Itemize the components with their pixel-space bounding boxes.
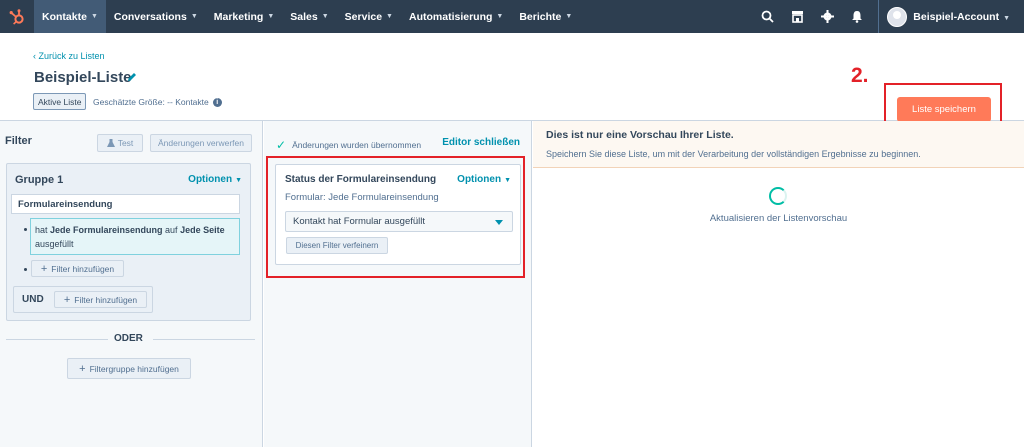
or-label: ODER [114,333,143,344]
add-filter-group-button[interactable]: + Filtergruppe hinzufügen [67,358,191,379]
and-add-filter-button[interactable]: + Filter hinzufügen [54,291,147,308]
preview-panel: Dies ist nur eine Vorschau Ihrer Liste. … [533,121,1024,447]
loading-status-text: Aktualisieren der Listenvorschau [709,213,848,224]
refine-filter-button[interactable]: Diesen Filter verfeinern [286,237,388,254]
and-label: UND [22,294,44,305]
nav-item-kontakte[interactable]: Kontakte ▼ [34,0,106,33]
hubspot-logo-icon[interactable] [0,0,34,33]
nav-item-service[interactable]: Service ▼ [337,0,401,33]
account-menu[interactable]: Beispiel-Account ▼ [913,11,1024,23]
loading-spinner-icon [769,187,787,205]
bullet-point [24,268,27,271]
preview-banner-text: Speichern Sie diese Liste, um mit der Ve… [546,149,921,159]
avatar[interactable] [887,6,908,27]
discard-changes-button[interactable]: Änderungen verwerfen [150,134,252,152]
estimated-size: Geschätzte Größe: -- Kontakte i [93,97,222,107]
filter-card-options-menu[interactable]: Optionen ▼ [457,174,511,185]
page-title: Beispiel-Liste [34,69,132,86]
back-to-lists-link[interactable]: ‹ Zurück zu Listen [33,51,105,61]
and-block: UND + Filter hinzufügen [13,286,153,313]
nav-item-automatisierung[interactable]: Automatisierung ▼ [401,0,511,33]
list-type-badge: Aktive Liste [33,93,87,110]
preview-banner-title: Dies ist nur eine Vorschau Ihrer Liste. [546,129,734,141]
nav-item-berichte[interactable]: Berichte ▼ [511,0,580,33]
flask-icon [106,139,115,147]
divider [6,339,108,340]
filter-card-subtitle: Formular: Jede Formulareinsendung [285,192,439,203]
nav-separator [878,0,880,33]
filter-heading: Filter [5,135,32,147]
nav-item-conversations[interactable]: Conversations ▼ [106,0,206,33]
divider [153,339,255,340]
settings-gear-icon[interactable] [812,0,842,33]
condition-select[interactable]: Kontakt hat Formular ausgefüllt [285,211,513,232]
plus-icon: + [40,262,48,275]
marketplace-icon[interactable] [782,0,812,33]
nav-item-sales[interactable]: Sales ▼ [282,0,336,33]
list-header: ‹ Zurück zu Listen Beispiel-Liste Aktive… [0,33,1024,134]
test-button[interactable]: Test [97,134,143,152]
filter-card: Status der Formulareinsendung Optionen ▼ … [275,164,521,265]
nav-item-marketing[interactable]: Marketing ▼ [206,0,283,33]
checkmark-icon: ✓ [276,138,287,152]
group-options-menu[interactable]: Optionen ▼ [188,174,242,185]
search-icon[interactable] [752,0,782,33]
plus-icon: + [79,362,86,375]
notifications-bell-icon[interactable] [842,0,872,33]
preview-banner: Dies ist nur eine Vorschau Ihrer Liste. … [533,121,1024,168]
bullet-point [24,228,27,231]
annotation-marker-2: 2. [851,64,869,87]
dropdown-caret-icon [495,220,503,225]
close-editor-link[interactable]: Editor schließen [442,137,520,148]
filter-panel: Filter Test Änderungen verwerfen Gruppe … [0,121,263,447]
add-filter-button[interactable]: + Filter hinzufügen [31,260,124,277]
pencil-edit-icon[interactable] [127,72,137,85]
top-navigation: Kontakte ▼ Conversations ▼ Marketing ▼ Sale… [0,0,1024,33]
info-icon[interactable]: i [212,97,222,107]
filter-card-title: Status der Formulareinsendung [285,174,437,185]
filter-condition[interactable]: hat Jede Formulareinsendung auf Jede Sei… [30,218,240,255]
changes-applied-status: ✓ Änderungen wurden übernommen [276,138,422,152]
group-title: Gruppe 1 [15,174,64,186]
save-list-button[interactable]: Liste speichern [897,97,991,122]
filter-property-field[interactable]: Formulareinsendung [11,194,240,214]
plus-icon: + [63,293,71,306]
